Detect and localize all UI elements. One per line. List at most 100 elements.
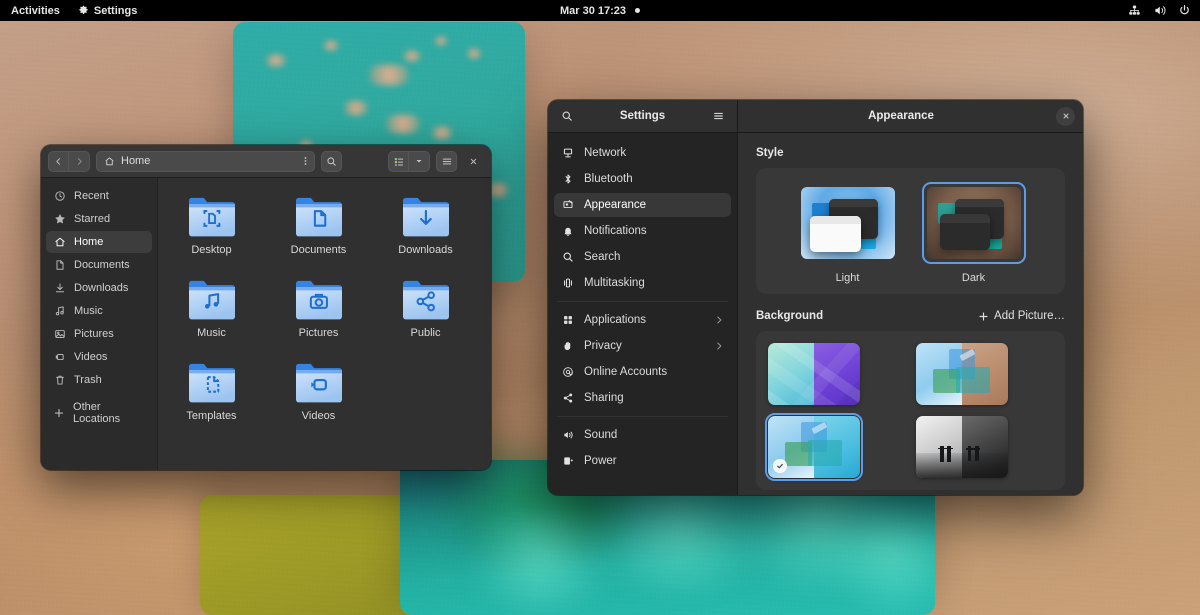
sidebar-item-music[interactable]: Music [46,300,152,322]
trash-icon [53,374,66,386]
wallpaper-thumb-pier-monochrome[interactable] [916,416,1008,478]
folder-label: Desktop [191,244,232,256]
sidebar-item-starred[interactable]: Starred [46,208,152,230]
style-options: Light Dark [756,168,1065,294]
settings-body: Network Bluetooth Appearance Notifications S… [548,133,1083,495]
sidebar-item-downloads[interactable]: Downloads [46,277,152,299]
folder-item[interactable]: Music [158,275,265,358]
sidebar-item-trash[interactable]: Trash [46,369,152,391]
files-header-bar: Home [41,145,491,178]
files-file-grid[interactable]: Desktop Documents Downloads Music Pictures Pu… [158,178,491,470]
files-close-button[interactable] [463,151,484,172]
sidebar-item-label: Trash [74,374,102,386]
chevron-right-icon [714,341,724,351]
folder-item[interactable]: Pictures [265,275,372,358]
sidebar-item-videos[interactable]: Videos [46,346,152,368]
activities-button[interactable]: Activities [2,0,69,21]
selected-check-icon [773,459,787,473]
star-icon [53,213,66,225]
volume-icon [1148,0,1171,21]
gear-icon [78,5,89,16]
settings-item-appearance[interactable]: Appearance [554,193,731,217]
hamburger-icon [442,158,451,164]
settings-item-bluetooth[interactable]: Bluetooth [554,167,731,191]
settings-item-notifications[interactable]: Notifications [554,219,731,243]
background-card [756,331,1065,490]
multitasking-icon [561,277,575,289]
app-menu-label: Settings [93,4,138,17]
forward-button[interactable] [69,150,90,172]
folder-item[interactable]: Downloads [372,192,479,275]
sidebar-item-label: Downloads [74,282,129,294]
desktop-emblem [186,194,238,240]
main-menu-button[interactable] [436,150,457,172]
settings-item-applications[interactable]: Applications [554,308,731,332]
settings-page-title: Appearance [868,110,934,122]
sidebar-item-other-locations[interactable]: Other Locations [46,401,152,425]
app-menu-button[interactable]: Settings [69,0,146,21]
grid-icon [561,314,575,326]
folder-item[interactable]: Documents [265,192,372,275]
settings-item-network[interactable]: Network [554,141,731,165]
wallpaper-thumb-shapes-blue-cyan[interactable] [765,413,863,481]
view-mode-button[interactable] [388,150,409,172]
add-picture-button[interactable]: Add Picture… [978,310,1065,322]
files-body: Recent Starred Home Documents Downloads Music… [41,178,491,470]
folder-item[interactable]: Desktop [158,192,265,275]
plus-icon [979,311,988,321]
style-option-light[interactable]: Light [796,182,900,284]
view-dropdown-button[interactable] [409,150,430,172]
folder-label: Music [197,327,226,339]
vertical-dots-icon[interactable] [301,155,310,167]
sidebar-item-documents[interactable]: Documents [46,254,152,276]
sidebar-item-home[interactable]: Home [46,231,152,253]
sidebar-separator [41,392,157,401]
settings-item-search[interactable]: Search [554,245,731,269]
clock-button[interactable]: Mar 30 17:23 [551,0,649,21]
wallpaper-thumb-geometric-teal-purple[interactable] [768,343,860,405]
folder-item[interactable]: Videos [265,358,372,441]
back-button[interactable] [48,150,69,172]
settings-item-online-accounts[interactable]: Online Accounts [554,360,731,384]
style-option-dark[interactable]: Dark [921,182,1026,284]
settings-item-multitasking[interactable]: Multitasking [554,271,731,295]
settings-sidebar-separator [557,301,728,302]
settings-item-sharing[interactable]: Sharing [554,386,731,410]
settings-item-power[interactable]: Power [554,449,731,473]
folder-item[interactable]: Public [372,275,479,358]
settings-item-label: Search [584,251,621,263]
settings-title: Settings [619,110,666,122]
settings-item-label: Sound [584,429,618,441]
sidebar-item-label: Music [74,305,103,317]
files-window: Home Recent Starred Home Documents Downl… [41,145,491,470]
search-icon [327,156,336,166]
settings-item-sound[interactable]: Sound [554,423,731,447]
style-section-header: Style [756,147,1065,159]
wallpaper-thumb-shapes-blue-tan[interactable] [916,343,1008,405]
chevron-down-icon [416,160,422,163]
chevron-right-icon [714,315,724,325]
clock-label: Mar 30 17:23 [559,4,627,17]
settings-close-button[interactable] [1056,106,1075,126]
settings-menu-button[interactable] [707,105,729,127]
home-icon [104,156,115,167]
settings-sidebar: Network Bluetooth Appearance Notifications S… [548,133,738,495]
settings-item-label: Applications [584,314,647,326]
document-emblem [293,194,345,240]
system-status-area[interactable] [1123,0,1196,21]
style-preview-dark [921,182,1026,264]
settings-item-label: Power [584,455,617,467]
path-bar[interactable]: Home [96,150,315,172]
sidebar-item-recent[interactable]: Recent [46,185,152,207]
share-icon [561,392,575,404]
document-icon [53,259,66,271]
sidebar-item-pictures[interactable]: Pictures [46,323,152,345]
folder-item[interactable]: Templates [158,358,265,441]
search-button[interactable] [321,150,342,172]
chevron-right-icon [77,157,82,165]
settings-search-button[interactable] [556,105,578,127]
settings-item-privacy[interactable]: Privacy [554,334,731,358]
folder-label: Documents [290,244,347,256]
download-emblem [400,194,452,240]
at-icon [561,366,575,378]
